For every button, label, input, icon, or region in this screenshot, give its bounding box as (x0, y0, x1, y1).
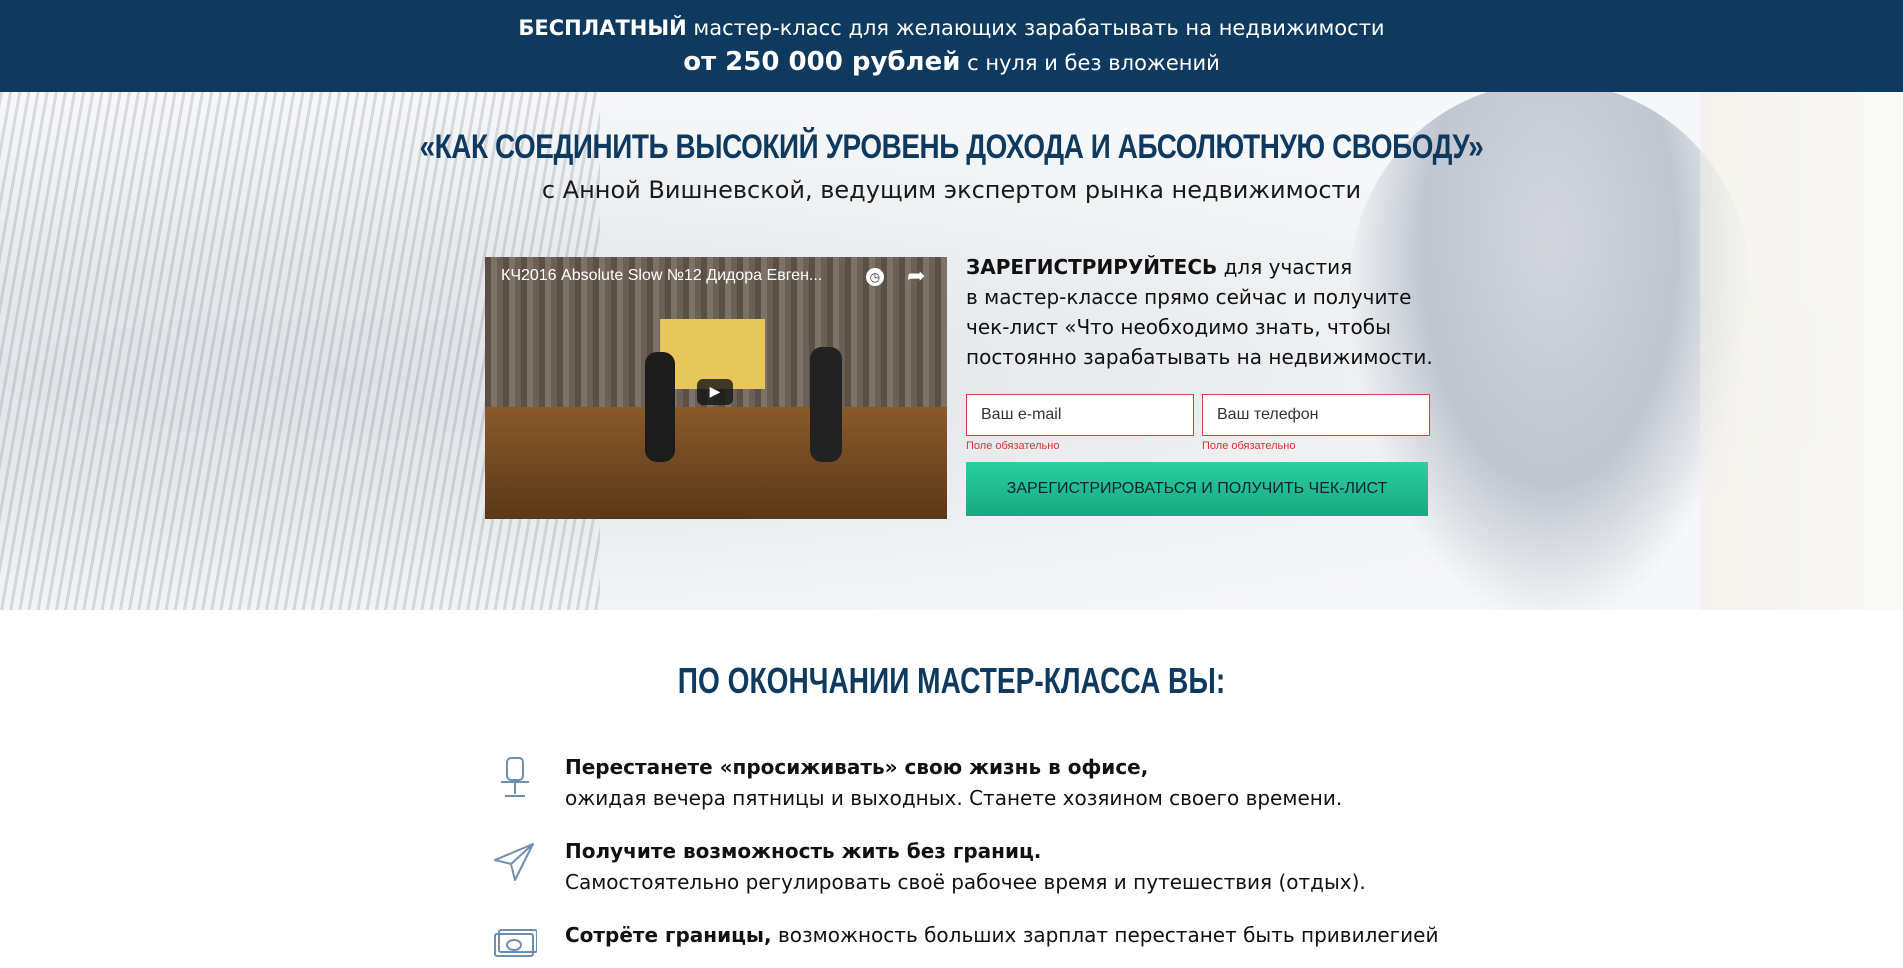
banner-income: от 250 000 рублей (683, 47, 961, 77)
banner-line-2-text: с нуля и без вложений (960, 51, 1220, 75)
benefit-heading: Сотрёте границы, (565, 923, 772, 947)
registration-lead-rest: для участия (1217, 255, 1353, 279)
benefit-heading: Перестанете «просиживать» свою жизнь в о… (565, 755, 1149, 779)
play-icon[interactable]: ▶ (697, 379, 733, 405)
clock-icon[interactable]: ◷ (866, 268, 884, 286)
share-icon[interactable]: ➦ (907, 264, 925, 289)
registration-lead: ЗАРЕГИСТРИРУЙТЕСЬ (966, 255, 1218, 279)
hero-subtitle: с Анной Вишневской, ведущим экспертом ры… (541, 176, 1362, 204)
benefits-title: ПО ОКОНЧАНИИ МАСТЕР-КЛАССА ВЫ: (677, 660, 1226, 701)
benefit-text: Перестанете «просиживать» свою жизнь в о… (565, 752, 1342, 814)
banner-line-1: БЕСПЛАТНЫЙ мастер-класс для желающих зар… (0, 14, 1903, 42)
paper-plane-icon (494, 843, 534, 881)
registration-line-1: ЗАРЕГИСТРИРУЙТЕСЬ для участия (966, 252, 1446, 282)
video-dancer-1 (645, 352, 675, 462)
registration-line-4: постоянно зарабатывать на недвижимости. (966, 345, 1433, 369)
top-banner: БЕСПЛАТНЫЙ мастер-класс для желающих зар… (0, 0, 1903, 92)
benefit-heading: Получите возможность жить без границ. (565, 839, 1042, 863)
hero-section: «КАК СОЕДИНИТЬ ВЫСОКИЙ УРОВЕНЬ ДОХОДА И … (0, 92, 1903, 610)
registration-line-3: чек-лист «Что необходимо знать, чтобы (966, 315, 1391, 339)
video-title[interactable]: КЧ2016 Absolute Slow №12 Дидора Евген... (501, 267, 822, 285)
benefit-description: ожидая вечера пятницы и выходных. Станет… (565, 786, 1343, 810)
hero-background-window (1700, 92, 1903, 610)
banner-line-2: от 250 000 рублей с нуля и без вложений (0, 46, 1903, 79)
money-icon (494, 929, 537, 957)
benefit-heading-rest: возможность больших зарплат перестанет б… (771, 923, 1439, 947)
email-field[interactable]: Ваш e-mail (966, 394, 1194, 436)
banner-line-1-text: мастер-класс для желающих зарабатывать н… (686, 16, 1385, 40)
banner-free-label: БЕСПЛАТНЫЙ (518, 16, 687, 40)
benefit-description: Самостоятельно регулировать своё рабочее… (565, 870, 1366, 894)
registration-text: ЗАРЕГИСТРИРУЙТЕСЬ для участия в мастер-к… (966, 252, 1446, 372)
hero-title: «КАК СОЕДИНИТЬ ВЫСОКИЙ УРОВЕНЬ ДОХОДА И … (419, 128, 1484, 166)
register-button[interactable]: ЗАРЕГИСТРИРОВАТЬСЯ И ПОЛУЧИТЬ ЧЕК-ЛИСТ (966, 462, 1428, 516)
video-floor (485, 407, 947, 519)
registration-line-2: в мастер-классе прямо сейчас и получите (966, 285, 1412, 309)
office-chair-icon (501, 757, 529, 797)
video-dancer-2 (810, 347, 842, 462)
benefit-text: Получите возможность жить без границ. Са… (565, 836, 1366, 898)
phone-error: Поле обязательно (1202, 440, 1296, 452)
email-error: Поле обязательно (966, 440, 1060, 452)
phone-field[interactable]: Ваш телефон (1202, 394, 1430, 436)
benefit-text: Сотрёте границы, возможность больших зар… (565, 920, 1438, 951)
video-player[interactable]: КЧ2016 Absolute Slow №12 Дидора Евген...… (485, 257, 947, 519)
